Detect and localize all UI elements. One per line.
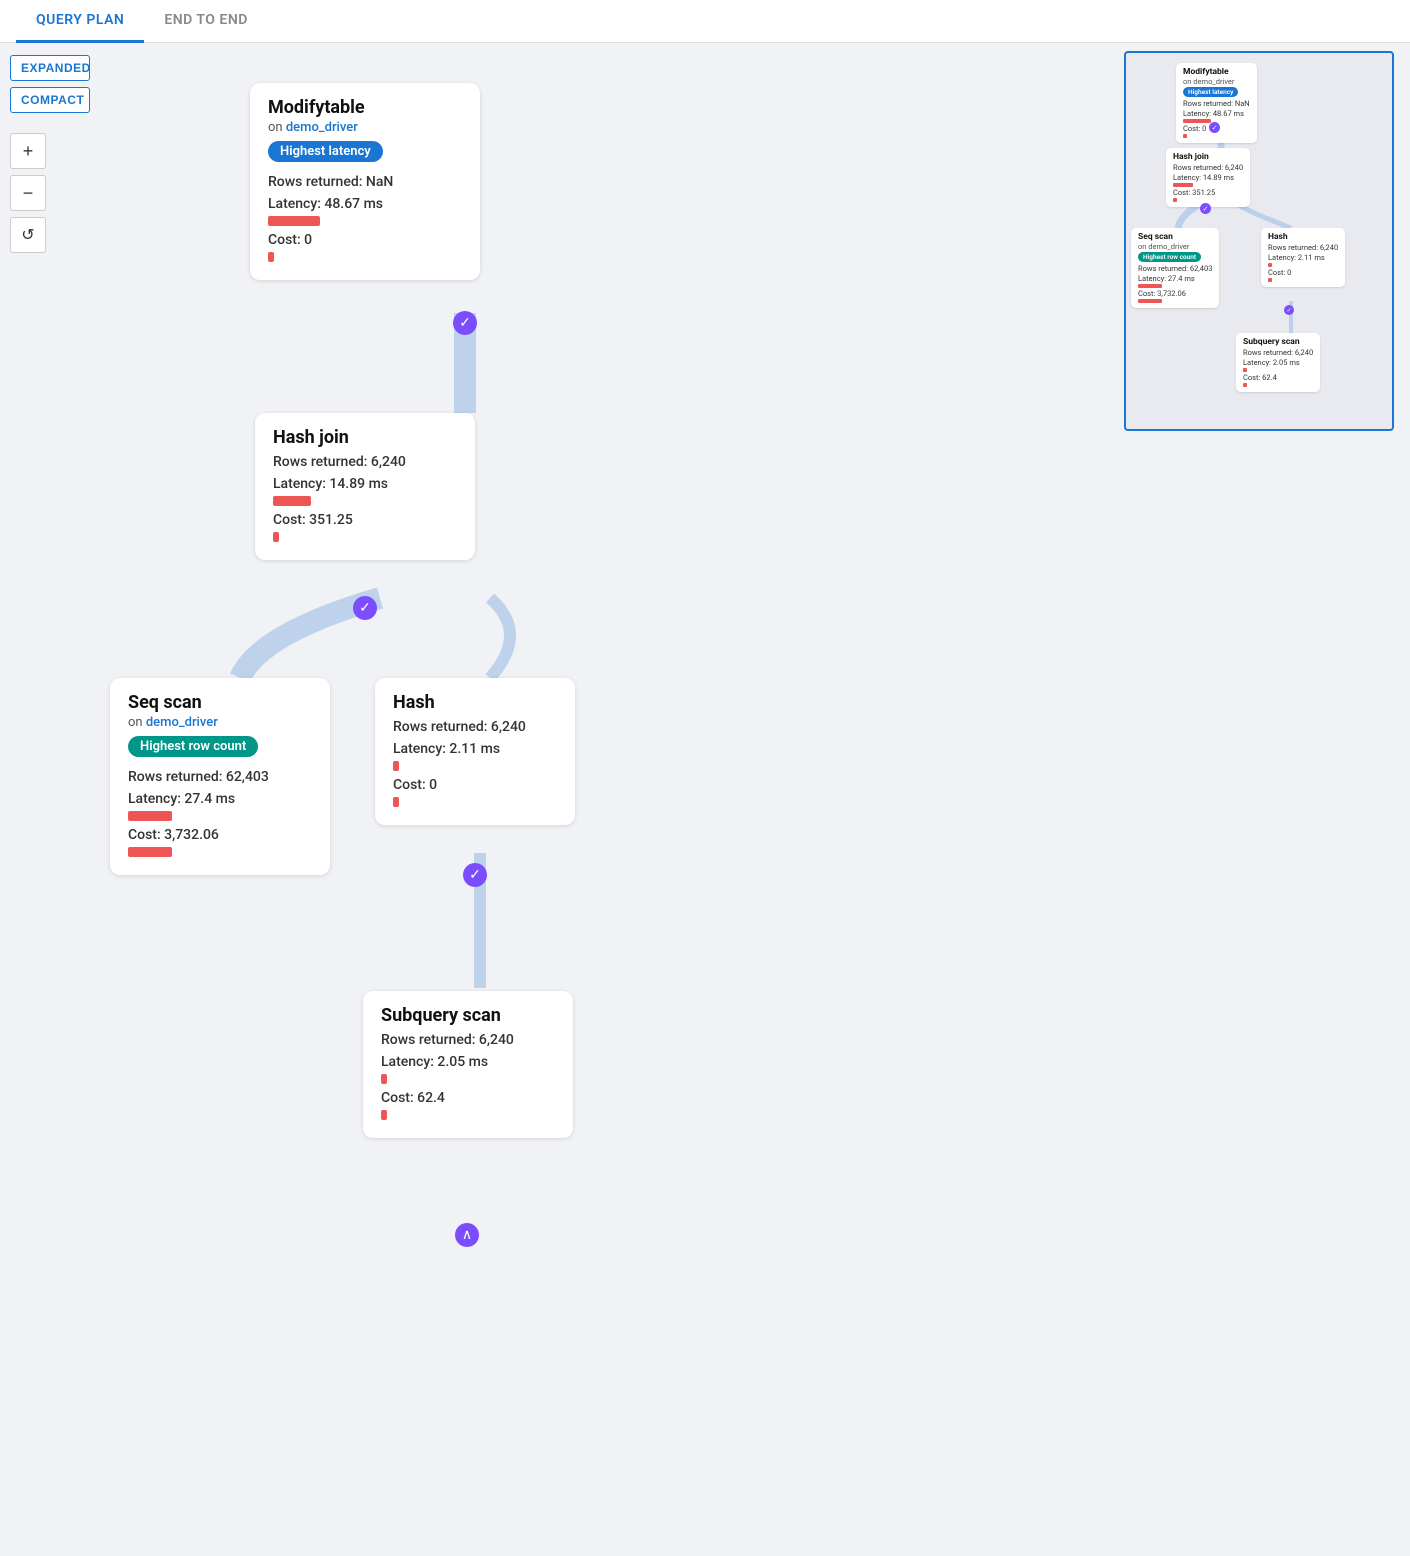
hash-join-cost: Cost: 351.25 xyxy=(273,512,457,528)
mini-circle-1: ✓ xyxy=(1209,122,1220,133)
tab-query-plan[interactable]: QUERY PLAN xyxy=(16,0,144,43)
reset-button[interactable]: ↺ xyxy=(10,217,46,253)
left-controls: EXPANDED COMPACT + − ↺ xyxy=(0,43,100,265)
seq-scan-title: Seq scan xyxy=(128,692,312,713)
connector-circle-1: ✓ xyxy=(453,311,477,335)
modifytable-badge: Highest latency xyxy=(268,141,383,162)
seq-scan-rows: Rows returned: 62,403 xyxy=(128,769,312,785)
hash-title: Hash xyxy=(393,692,557,713)
hash-join-latency-bar xyxy=(273,496,457,506)
tab-end-to-end[interactable]: END TO END xyxy=(144,0,268,43)
mini-circle-2: ✓ xyxy=(1200,203,1211,214)
modifytable-rows: Rows returned: NaN xyxy=(268,174,462,190)
mini-map: Modifytable on demo_driver Highest laten… xyxy=(1124,51,1394,431)
subquery-scan-cost: Cost: 62.4 xyxy=(381,1090,555,1106)
seq-scan-cost: Cost: 3,732.06 xyxy=(128,827,312,843)
hash-rows: Rows returned: 6,240 xyxy=(393,719,557,735)
hash-card: Hash Rows returned: 6,240 Latency: 2.11 … xyxy=(375,678,575,825)
mini-seq-scan: Seq scan on demo_driver Highest row coun… xyxy=(1131,228,1219,308)
hash-join-latency: Latency: 14.89 ms xyxy=(273,476,457,492)
subquery-scan-latency-bar xyxy=(381,1074,555,1084)
seq-scan-cost-bar xyxy=(128,847,312,857)
modifytable-latency-bar xyxy=(268,216,462,226)
hash-join-cost-bar xyxy=(273,532,457,542)
subquery-scan-title: Subquery scan xyxy=(381,1005,555,1026)
mini-subquery-scan: Subquery scan Rows returned: 6,240 Laten… xyxy=(1236,333,1320,392)
compact-button[interactable]: COMPACT xyxy=(10,87,90,113)
hash-cost: Cost: 0 xyxy=(393,777,557,793)
connector-circle-2: ✓ xyxy=(353,596,377,620)
hash-join-card: Hash join Rows returned: 6,240 Latency: … xyxy=(255,413,475,560)
subquery-scan-rows: Rows returned: 6,240 xyxy=(381,1032,555,1048)
tab-bar: QUERY PLAN END TO END xyxy=(0,0,1410,43)
seq-scan-badge: Highest row count xyxy=(128,736,258,757)
expanded-button[interactable]: EXPANDED xyxy=(10,55,90,81)
zoom-in-button[interactable]: + xyxy=(10,133,46,169)
subquery-scan-latency: Latency: 2.05 ms xyxy=(381,1054,555,1070)
diagram-area: Modifytable on demo_driver Highest laten… xyxy=(0,43,1410,1551)
seq-scan-card: Seq scan on demo_driver Highest row coun… xyxy=(110,678,330,875)
modifytable-title: Modifytable xyxy=(268,97,462,118)
mini-circle-3: ✓ xyxy=(1284,305,1294,315)
mini-hash: Hash Rows returned: 6,240 Latency: 2.11 … xyxy=(1261,228,1345,287)
hash-cost-bar xyxy=(393,797,557,807)
hash-latency: Latency: 2.11 ms xyxy=(393,741,557,757)
scroll-up-icon[interactable]: ∧ xyxy=(455,1223,479,1247)
modifytable-card: Modifytable on demo_driver Highest laten… xyxy=(250,83,480,280)
subquery-scan-cost-bar xyxy=(381,1110,555,1120)
modifytable-cost-bar xyxy=(268,252,462,262)
seq-scan-latency: Latency: 27.4 ms xyxy=(128,791,312,807)
main-area: EXPANDED COMPACT + − ↺ Modifytable on de… xyxy=(0,43,1410,1551)
hash-join-title: Hash join xyxy=(273,427,457,448)
modifytable-cost: Cost: 0 xyxy=(268,232,462,248)
modifytable-latency: Latency: 48.67 ms xyxy=(268,196,462,212)
hash-latency-bar xyxy=(393,761,557,771)
seq-scan-latency-bar xyxy=(128,811,312,821)
seq-scan-subtitle: on demo_driver xyxy=(128,715,312,730)
modifytable-subtitle: on demo_driver xyxy=(268,120,462,135)
hash-join-rows: Rows returned: 6,240 xyxy=(273,454,457,470)
mini-hash-join: Hash join Rows returned: 6,240 Latency: … xyxy=(1166,148,1250,207)
zoom-out-button[interactable]: − xyxy=(10,175,46,211)
subquery-scan-card: Subquery scan Rows returned: 6,240 Laten… xyxy=(363,991,573,1138)
connector-circle-3: ✓ xyxy=(463,863,487,887)
